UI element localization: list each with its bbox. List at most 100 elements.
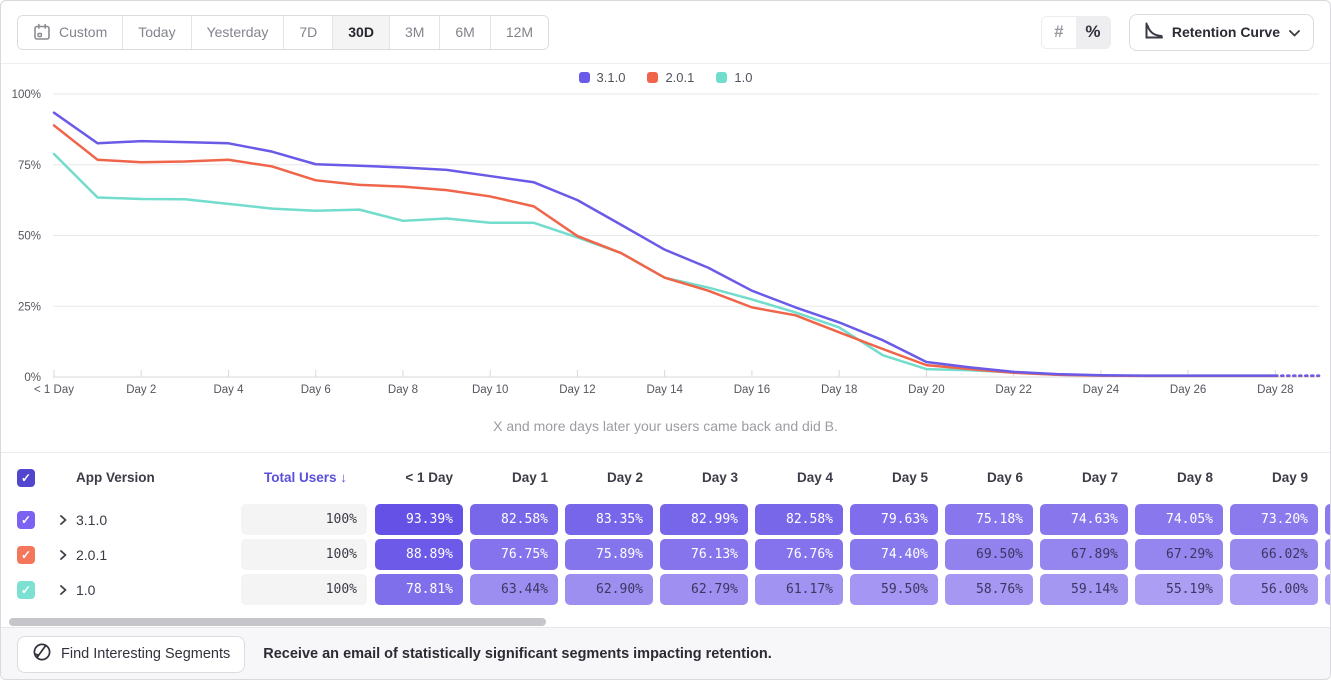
retention-value-cell[interactable]: 59.14% xyxy=(1040,574,1128,605)
retention-value-cell[interactable]: 73.20% xyxy=(1230,504,1318,535)
day-column-header[interactable]: Day 3 xyxy=(660,470,748,485)
y-axis-label: 50% xyxy=(18,231,41,243)
horizontal-scrollbar-thumb[interactable] xyxy=(9,618,546,626)
retention-value-cell[interactable]: 61.17% xyxy=(755,574,843,605)
select-all-checkbox[interactable]: ✓ xyxy=(17,469,35,487)
retention-value-cell[interactable]: 76.13% xyxy=(660,539,748,570)
day-column-header[interactable]: Day 5 xyxy=(850,470,938,485)
x-axis-label: Day 28 xyxy=(1257,384,1293,396)
retention-value-cell[interactable]: 74.63% xyxy=(1040,504,1128,535)
legend-item[interactable]: 3.1.0 xyxy=(579,70,626,85)
y-axis-label: 75% xyxy=(18,160,41,172)
retention-value-cell[interactable]: 75.18% xyxy=(945,504,1033,535)
legend-item[interactable]: 1.0 xyxy=(716,70,752,85)
footer-bar: Find Interesting Segments Receive an ema… xyxy=(1,627,1330,680)
series-line-1.0[interactable] xyxy=(54,154,1275,376)
app-version-name: 1.0 xyxy=(76,582,95,598)
retention-value-cell[interactable]: 62.79% xyxy=(660,574,748,605)
day-column-header[interactable]: Day 2 xyxy=(565,470,653,485)
expand-row-icon[interactable] xyxy=(58,585,76,595)
legend-swatch xyxy=(647,72,658,83)
y-axis-label: 0% xyxy=(24,372,41,384)
retention-value-cell[interactable]: 79.63% xyxy=(850,504,938,535)
expand-row-icon[interactable] xyxy=(58,515,76,525)
day-column-header[interactable]: Day 6 xyxy=(945,470,1033,485)
retention-value-cell[interactable]: 56.00% xyxy=(1230,574,1318,605)
retention-value-cell[interactable]: 76.76% xyxy=(755,539,843,570)
day-column-header[interactable]: Day 9 xyxy=(1230,470,1318,485)
retention-report-card: CustomTodayYesterday7D30D3M6M12M # % Ret… xyxy=(0,0,1331,680)
legend-swatch xyxy=(579,72,590,83)
segment-circle-icon xyxy=(32,642,52,666)
chevron-down-icon xyxy=(1289,24,1300,40)
retention-value-cell[interactable]: 66.02% xyxy=(1230,539,1318,570)
chart-legend: 3.1.0 2.0.1 1.0 xyxy=(1,64,1330,87)
percent-mode-button[interactable]: % xyxy=(1076,17,1110,48)
range-button-6m[interactable]: 6M xyxy=(439,16,489,49)
range-button-30d[interactable]: 30D xyxy=(332,16,389,49)
row-checkbox[interactable]: ✓ xyxy=(17,511,35,529)
absolute-mode-button[interactable]: # xyxy=(1042,17,1076,48)
range-button-3m[interactable]: 3M xyxy=(389,16,439,49)
toolbar: CustomTodayYesterday7D30D3M6M12M # % Ret… xyxy=(1,1,1330,64)
range-button-custom[interactable]: Custom xyxy=(18,16,122,49)
y-axis-label: 25% xyxy=(18,301,41,313)
retention-value-cell[interactable]: 59.50% xyxy=(850,574,938,605)
row-checkbox[interactable]: ✓ xyxy=(17,546,35,564)
retention-value-cell[interactable]: 82.58% xyxy=(755,504,843,535)
range-button-yesterday[interactable]: Yesterday xyxy=(191,16,284,49)
table-header-row: ✓ App Version Total Users ↓ < 1 Day Day 1… xyxy=(1,452,1330,502)
day-column-header[interactable]: Day 1 xyxy=(470,470,558,485)
retention-curve-chart: 0%25%50%75%100%< 1 DayDay 2Day 4Day 6Day… xyxy=(1,87,1331,399)
retention-value-cell[interactable]: 74.05% xyxy=(1135,504,1223,535)
expand-row-icon[interactable] xyxy=(58,550,76,560)
toolbar-right: # % Retention Curve xyxy=(1041,14,1314,51)
retention-value-cell[interactable]: 58.76% xyxy=(945,574,1033,605)
total-users-cell[interactable]: 100% xyxy=(241,574,367,605)
x-axis-label: Day 20 xyxy=(908,384,944,396)
retention-value-cell[interactable]: 67.89% xyxy=(1040,539,1128,570)
app-version-header: App Version xyxy=(45,470,241,485)
x-axis-label: Day 16 xyxy=(734,384,770,396)
retention-value-cell[interactable]: 69.50% xyxy=(945,539,1033,570)
range-button-today[interactable]: Today xyxy=(122,16,190,49)
chart-caption: X and more days later your users came ba… xyxy=(1,404,1330,452)
day-column-header[interactable]: Day 7 xyxy=(1040,470,1128,485)
table-row: ✓1.0100%78.81%63.44%62.90%62.79%61.17%59… xyxy=(1,572,1330,607)
footer-message: Receive an email of statistically signif… xyxy=(263,646,771,662)
total-users-header[interactable]: Total Users ↓ xyxy=(241,470,367,485)
x-axis-label: Day 10 xyxy=(472,384,508,396)
find-interesting-segments-button[interactable]: Find Interesting Segments xyxy=(17,636,245,673)
retention-value-cell[interactable]: 67.29% xyxy=(1135,539,1223,570)
series-line-3.1.0[interactable] xyxy=(54,113,1275,376)
retention-chart-section: 3.1.02.0.11.0 0%25%50%75%100%< 1 DayDay … xyxy=(1,64,1330,452)
retention-value-cell[interactable]: 74.40% xyxy=(850,539,938,570)
range-button-7d[interactable]: 7D xyxy=(283,16,332,49)
retention-value-cell[interactable]: 93.39% xyxy=(375,504,463,535)
table-row: ✓2.0.1100%88.89%76.75%75.89%76.13%76.76%… xyxy=(1,537,1330,572)
retention-value-cell[interactable]: 78.81% xyxy=(375,574,463,605)
legend-item[interactable]: 2.0.1 xyxy=(647,70,694,85)
retention-value-cell[interactable]: 62.90% xyxy=(565,574,653,605)
value-mode-toggle: # % xyxy=(1041,16,1111,49)
retention-value-cell[interactable]: 82.99% xyxy=(660,504,748,535)
x-axis-label: Day 8 xyxy=(388,384,418,396)
day-column-header[interactable]: Day 4 xyxy=(755,470,843,485)
total-users-cell[interactable]: 100% xyxy=(241,539,367,570)
chart-type-dropdown[interactable]: Retention Curve xyxy=(1129,14,1314,51)
retention-value-cell[interactable]: 55.19% xyxy=(1135,574,1223,605)
legend-label: 1.0 xyxy=(734,70,752,85)
retention-value-cell[interactable]: 75.89% xyxy=(565,539,653,570)
retention-value-cell[interactable]: 63.44% xyxy=(470,574,558,605)
range-button-12m[interactable]: 12M xyxy=(490,16,548,49)
retention-value-cell[interactable]: 88.89% xyxy=(375,539,463,570)
app-version-name: 3.1.0 xyxy=(76,512,107,528)
day-column-header[interactable]: Day 8 xyxy=(1135,470,1223,485)
total-users-cell[interactable]: 100% xyxy=(241,504,367,535)
retention-value-cell[interactable]: 82.58% xyxy=(470,504,558,535)
x-axis-label: Day 22 xyxy=(995,384,1031,396)
day-column-header[interactable]: < 1 Day xyxy=(375,470,463,485)
retention-value-cell[interactable]: 83.35% xyxy=(565,504,653,535)
retention-value-cell[interactable]: 76.75% xyxy=(470,539,558,570)
row-checkbox[interactable]: ✓ xyxy=(17,581,35,599)
